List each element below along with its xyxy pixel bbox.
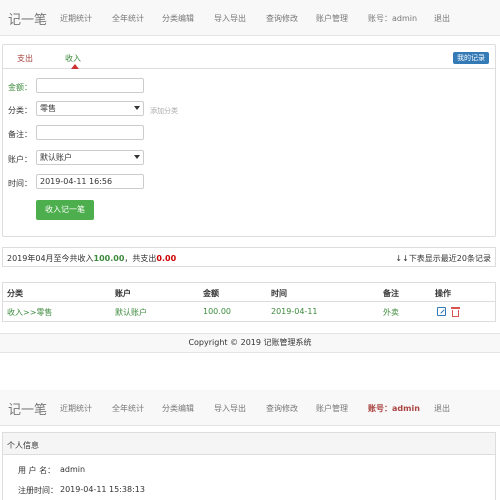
trash-icon[interactable] [451, 307, 460, 317]
nav-logout[interactable]: 退出 [434, 403, 450, 414]
history-button[interactable]: 我的记录 [453, 52, 489, 64]
time-input[interactable]: 2019-04-11 16:56 [36, 174, 144, 189]
row-category: 收入>>零售 [7, 308, 53, 317]
account-select[interactable]: 默认账户 [36, 150, 144, 165]
nav-import-export[interactable]: 导入导出 [214, 403, 246, 414]
nav-annual-stats[interactable]: 全年统计 [112, 403, 144, 414]
nav-query-edit[interactable]: 查询修改 [266, 403, 298, 414]
category-label: 分类： [8, 106, 32, 115]
header-actions: 操作 [435, 289, 451, 298]
summary-bar: 2019年04月至今共收入100.00，共支出0.00 ↓↓下表显示最近20条记… [2, 247, 496, 267]
row-account: 默认账户 [115, 308, 147, 317]
amount-label: 金额： [8, 83, 32, 92]
nav-import-export[interactable]: 导入导出 [214, 13, 246, 24]
tab-expense[interactable]: 支出 [17, 53, 33, 64]
submit-income-button[interactable]: 收入记一笔 [36, 200, 94, 220]
summary-text: 2019年04月至今共收入100.00，共支出0.00 [7, 253, 176, 264]
nav-query-edit[interactable]: 查询修改 [266, 13, 298, 24]
chevron-down-icon [134, 155, 140, 159]
nav-logout[interactable]: 退出 [434, 13, 450, 24]
second-navbar: 记一笔 近期统计 全年统计 分类编辑 导入导出 查询修改 账户管理 账号：adm… [0, 390, 500, 426]
nav-account-name[interactable]: 账号：admin [368, 403, 420, 414]
active-tab-indicator [71, 64, 79, 69]
header-time: 时间 [271, 289, 287, 298]
add-category-link[interactable]: 添加分类 [150, 106, 178, 116]
header-category: 分类 [7, 289, 23, 298]
tab-income[interactable]: 收入 [65, 53, 81, 64]
brand-logo[interactable]: 记一笔 [8, 9, 47, 28]
account-label: 账户： [8, 155, 32, 164]
nav-account-name[interactable]: 账号：admin [368, 13, 417, 24]
top-navbar: 记一笔 近期统计 全年统计 分类编辑 导入导出 查询修改 账户管理 账号：adm… [0, 0, 500, 36]
nav-category-edit[interactable]: 分类编辑 [162, 403, 194, 414]
note-input[interactable] [36, 125, 144, 140]
trash-body [452, 310, 459, 317]
summary-expense: 0.00 [156, 254, 177, 263]
brand-logo[interactable]: 记一笔 [8, 399, 47, 418]
registered-value: 2019-04-11 15:38:13 [60, 485, 145, 494]
header-account: 账户 [115, 289, 131, 298]
amount-input[interactable] [36, 78, 144, 93]
nav-recent-stats[interactable]: 近期统计 [60, 403, 92, 414]
records-table: 分类 账户 金额 时间 备注 操作 收入>>零售 默认账户 100.00 201… [2, 282, 496, 322]
summary-prefix: 2019年04月至今共收入 [7, 254, 94, 263]
category-select[interactable]: 零售 [36, 101, 144, 116]
registered-label: 注册时间： [18, 486, 58, 495]
username-value: admin [60, 465, 86, 474]
profile-panel-header: 个人信息 [3, 433, 495, 455]
nav-recent-stats[interactable]: 近期统计 [60, 13, 92, 24]
nav-annual-stats[interactable]: 全年统计 [112, 13, 144, 24]
profile-title: 个人信息 [7, 441, 39, 450]
entry-tabs: 支出 收入 我的记录 [3, 45, 495, 69]
summary-income: 100.00 [93, 254, 125, 263]
chevron-down-icon [134, 106, 140, 110]
note-label: 备注： [8, 130, 32, 139]
row-amount: 100.00 [203, 307, 231, 316]
nav-account-manage[interactable]: 账户管理 [316, 13, 348, 24]
nav-account-manage[interactable]: 账户管理 [316, 403, 348, 414]
table-divider [3, 301, 495, 302]
trash-lid [451, 307, 460, 309]
summary-mid: ，共支出 [124, 254, 157, 263]
summary-recent-note: ↓↓下表显示最近20条记录 [395, 254, 491, 263]
time-label: 时间： [8, 179, 32, 188]
header-amount: 金额 [203, 289, 219, 298]
category-select-value: 零售 [40, 104, 56, 113]
nav-category-edit[interactable]: 分类编辑 [162, 13, 194, 24]
account-select-value: 默认账户 [40, 153, 72, 162]
row-note: 外卖 [383, 308, 399, 317]
edit-icon[interactable] [437, 307, 446, 316]
username-label: 用 户 名： [18, 466, 56, 475]
header-note: 备注 [383, 289, 399, 298]
row-time: 2019-04-11 [271, 307, 318, 316]
footer: Copyright © 2019 记账管理系统 [0, 333, 500, 353]
